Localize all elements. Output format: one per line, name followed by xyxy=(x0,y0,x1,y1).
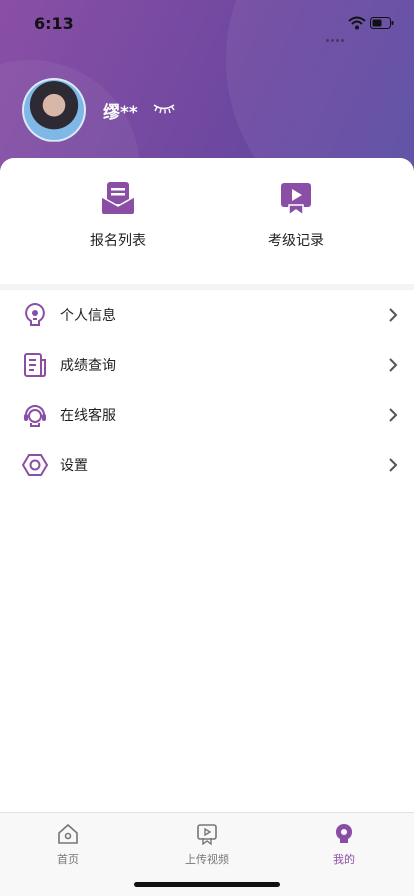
person-bulb-icon xyxy=(25,302,45,326)
battery-icon xyxy=(370,17,394,29)
chevron-right-icon xyxy=(389,408,398,422)
tab-home[interactable]: 首页 xyxy=(23,823,113,867)
menu-item-label: 个人信息 xyxy=(60,308,116,324)
eye-closed-icon[interactable] xyxy=(153,102,175,114)
profile-icon xyxy=(335,823,353,843)
exam-record-button[interactable]: 考级记录 xyxy=(226,180,366,250)
menu-item-score-query[interactable]: 成绩查询 xyxy=(0,340,414,390)
tab-label: 首页 xyxy=(57,853,79,866)
avatar[interactable] xyxy=(22,78,86,142)
headset-icon xyxy=(24,405,46,427)
chevron-right-icon xyxy=(389,308,398,322)
home-icon xyxy=(58,823,78,844)
menu-item-settings[interactable]: 设置 xyxy=(0,440,414,490)
menu-item-label: 在线客服 xyxy=(60,408,116,424)
menu-item-label: 设置 xyxy=(60,458,88,474)
menu-item-personal-info[interactable]: 个人信息 xyxy=(0,290,414,340)
video-record-icon xyxy=(281,183,311,217)
chevron-right-icon xyxy=(389,458,398,472)
home-indicator xyxy=(134,882,280,887)
tab-profile[interactable]: 我的 xyxy=(299,823,389,867)
menu-item-label: 成绩查询 xyxy=(60,358,116,374)
status-bar: 6:13 xyxy=(0,0,414,48)
chevron-right-icon xyxy=(389,358,398,372)
envelope-icon xyxy=(101,182,135,214)
document-icon xyxy=(24,353,46,377)
quick-action-label: 报名列表 xyxy=(90,233,146,249)
enrollment-list-button[interactable]: 报名列表 xyxy=(48,180,188,250)
quick-actions-card: 报名列表 考级记录 xyxy=(0,158,414,284)
upload-video-icon xyxy=(197,824,217,845)
tab-label: 我的 xyxy=(333,853,355,866)
wifi-icon xyxy=(348,16,366,30)
quick-action-label: 考级记录 xyxy=(268,233,324,249)
settings-menu: 个人信息 成绩查询 在线客服 设置 xyxy=(0,290,414,812)
hexagon-settings-icon xyxy=(22,454,48,476)
tab-upload-video[interactable]: 上传视频 xyxy=(162,823,252,867)
tab-label: 上传视频 xyxy=(185,853,229,866)
menu-item-online-service[interactable]: 在线客服 xyxy=(0,390,414,440)
cellular-signal-icon xyxy=(326,27,346,46)
status-time: 6:13 xyxy=(34,14,74,33)
username: 缪** xyxy=(103,103,138,123)
